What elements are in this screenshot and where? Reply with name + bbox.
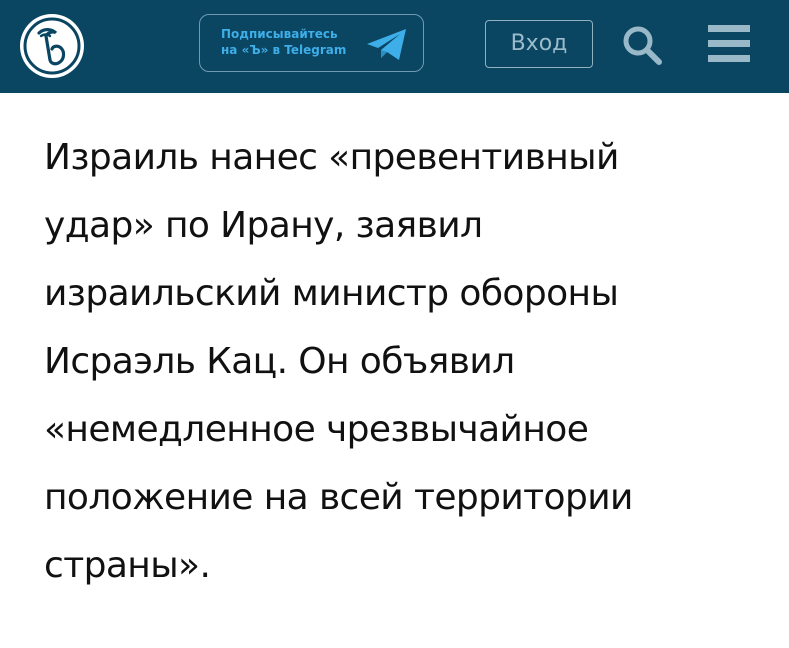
telegram-subscribe-line2: на «Ъ» в Telegram <box>221 43 347 57</box>
telegram-plane-icon <box>367 29 406 60</box>
menu-bar <box>708 55 750 62</box>
telegram-subscribe-line1: Подписывайтесь <box>221 27 338 41</box>
article-text: Израиль нанес «превентивный удар» по Ира… <box>44 137 633 586</box>
login-button[interactable]: Вход <box>485 20 593 68</box>
kommersant-logo-icon <box>23 17 81 75</box>
hamburger-menu-icon[interactable] <box>708 25 750 63</box>
kommersant-logo[interactable] <box>20 14 84 78</box>
telegram-subscribe-text: Подписывайтесь на «Ъ» в Telegram <box>221 26 346 58</box>
menu-bar <box>708 40 750 47</box>
site-header: Подписывайтесь на «Ъ» в Telegram Вход <box>0 0 789 93</box>
search-icon[interactable] <box>621 24 663 66</box>
telegram-subscribe-button[interactable]: Подписывайтесь на «Ъ» в Telegram <box>199 14 424 72</box>
menu-bar <box>708 25 750 32</box>
